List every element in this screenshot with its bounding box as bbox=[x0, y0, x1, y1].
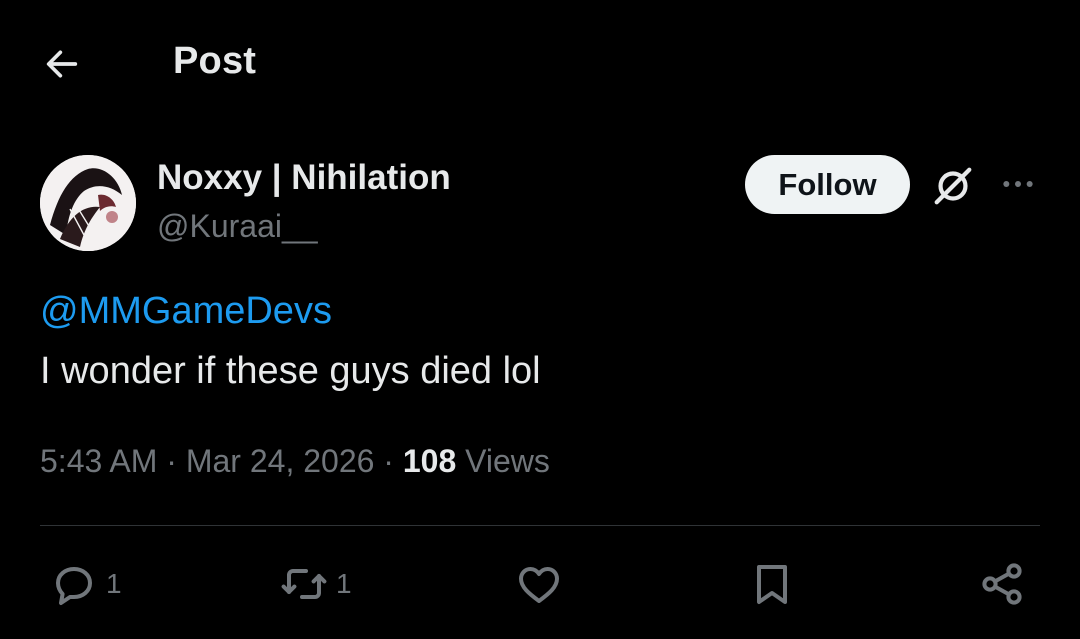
post-time[interactable]: 5:43 AM bbox=[40, 443, 157, 479]
mention-link[interactable]: @MMGameDevs bbox=[40, 290, 332, 333]
top-header: Post bbox=[0, 0, 1080, 125]
share-button[interactable] bbox=[978, 556, 1026, 612]
author-display-name[interactable]: Noxxy | Nihilation bbox=[157, 158, 451, 198]
like-button[interactable] bbox=[515, 556, 563, 612]
repost-button[interactable]: 1 bbox=[280, 556, 352, 612]
author-handle[interactable]: @Kuraai__ bbox=[157, 208, 318, 245]
post-metadata: 5:43 AM · Mar 24, 2026 · 108 Views bbox=[40, 443, 550, 480]
bookmark-button[interactable] bbox=[748, 556, 796, 612]
back-button[interactable] bbox=[36, 38, 88, 90]
share-icon bbox=[982, 563, 1022, 605]
bookmark-icon bbox=[757, 565, 787, 604]
post-body-text: I wonder if these guys died lol bbox=[40, 350, 541, 392]
page-title: Post bbox=[173, 40, 257, 82]
reply-button[interactable]: 1 bbox=[50, 556, 122, 612]
views-label: Views bbox=[465, 443, 550, 479]
meta-separator: · bbox=[383, 443, 394, 479]
reply-icon bbox=[56, 567, 92, 605]
repost-count: 1 bbox=[336, 568, 352, 599]
arrow-left-icon bbox=[46, 50, 78, 78]
more-options-button[interactable] bbox=[994, 160, 1042, 208]
avatar-image bbox=[40, 155, 136, 251]
reply-count: 1 bbox=[106, 568, 122, 599]
divider bbox=[40, 525, 1040, 526]
like-icon bbox=[519, 567, 559, 603]
meta-separator: · bbox=[166, 443, 177, 479]
grok-icon bbox=[934, 167, 972, 205]
avatar[interactable] bbox=[40, 155, 136, 251]
grok-button[interactable] bbox=[927, 160, 979, 212]
post-date[interactable]: Mar 24, 2026 bbox=[186, 443, 375, 479]
views-count: 108 bbox=[402, 443, 457, 479]
repost-icon bbox=[281, 569, 327, 599]
more-horizontal-icon bbox=[1003, 181, 1033, 187]
follow-button[interactable]: Follow bbox=[745, 155, 910, 214]
